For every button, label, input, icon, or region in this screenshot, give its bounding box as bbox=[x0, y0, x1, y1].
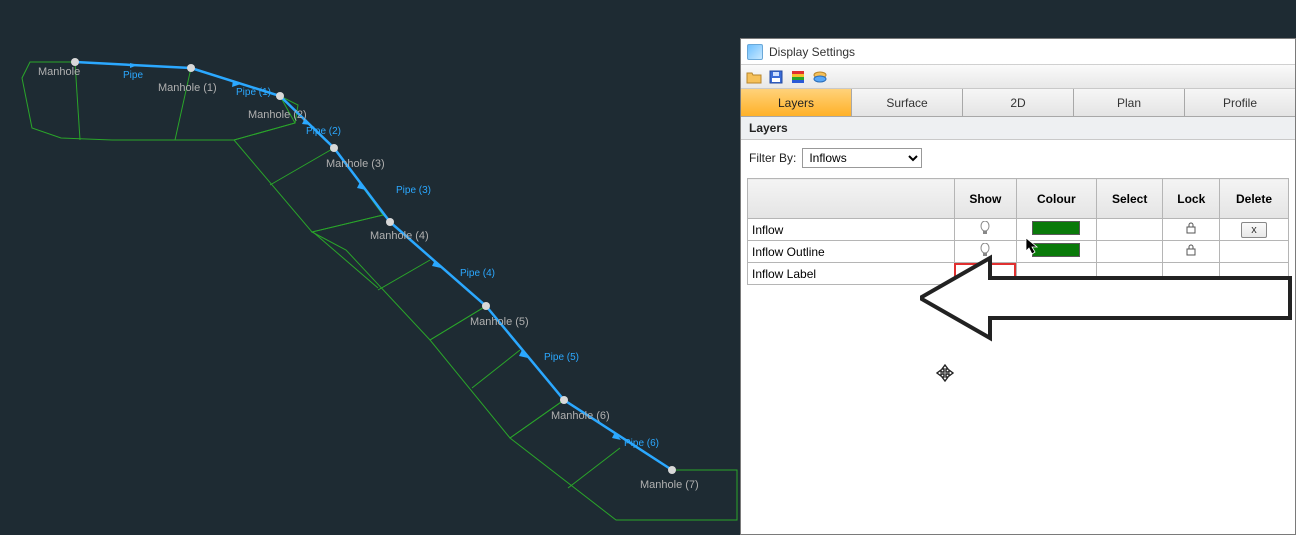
pipe-label: Pipe (1) bbox=[236, 87, 271, 98]
layer-name: Inflow bbox=[748, 219, 955, 241]
cad-viewport[interactable]: Manhole Manhole (1) Manhole (2) Manhole … bbox=[0, 0, 740, 535]
open-folder-icon[interactable] bbox=[745, 68, 763, 86]
tab-layers[interactable]: Layers bbox=[741, 89, 852, 116]
tab-plan[interactable]: Plan bbox=[1074, 89, 1185, 116]
manhole-label: Manhole (7) bbox=[640, 479, 699, 491]
tab-2d[interactable]: 2D bbox=[963, 89, 1074, 116]
bulb-icon bbox=[980, 243, 990, 260]
show-cell[interactable] bbox=[954, 219, 1016, 241]
delete-cell[interactable] bbox=[1220, 241, 1289, 263]
lock-icon bbox=[1185, 222, 1197, 237]
dialog-title: Display Settings bbox=[769, 45, 855, 59]
pipe-label: Pipe (2) bbox=[306, 126, 341, 137]
select-cell[interactable] bbox=[1096, 219, 1163, 241]
filter-select[interactable]: Inflows bbox=[802, 148, 922, 168]
manhole-label: Manhole (4) bbox=[370, 230, 429, 242]
save-icon[interactable] bbox=[767, 68, 785, 86]
col-colour[interactable]: Colour bbox=[1016, 179, 1096, 219]
delete-cell[interactable]: x bbox=[1220, 219, 1289, 241]
pipe-label: Pipe (3) bbox=[396, 185, 431, 196]
lock-cell[interactable] bbox=[1163, 241, 1220, 263]
manhole-label: Manhole (6) bbox=[551, 410, 610, 422]
pipe-label: Pipe (6) bbox=[624, 438, 659, 449]
show-cell[interactable] bbox=[954, 263, 1016, 285]
lock-cell[interactable] bbox=[1163, 219, 1220, 241]
select-cell[interactable] bbox=[1096, 263, 1163, 285]
show-cell[interactable] bbox=[954, 241, 1016, 263]
colour-cell[interactable] bbox=[1016, 263, 1096, 285]
colour-swatch bbox=[1032, 243, 1080, 257]
filter-row: Filter By: Inflows bbox=[741, 140, 1295, 178]
table-row[interactable]: Inflow x bbox=[748, 219, 1289, 241]
layer-name: Inflow Outline bbox=[748, 241, 955, 263]
col-show[interactable]: Show bbox=[954, 179, 1016, 219]
table-row[interactable]: Inflow Label bbox=[748, 263, 1289, 285]
tab-surface[interactable]: Surface bbox=[852, 89, 963, 116]
cursor-icon bbox=[1025, 237, 1039, 255]
table-row[interactable]: Inflow Outline bbox=[748, 241, 1289, 263]
col-delete[interactable]: Delete bbox=[1220, 179, 1289, 219]
manhole-label: Manhole (3) bbox=[326, 158, 385, 170]
delete-cell[interactable] bbox=[1220, 263, 1289, 285]
cad-drawing bbox=[0, 0, 740, 535]
bulb-icon bbox=[980, 221, 990, 238]
bulb-icon bbox=[980, 265, 990, 282]
manhole-label: Manhole (2) bbox=[248, 109, 307, 121]
palette-icon[interactable] bbox=[789, 68, 807, 86]
lock-cell[interactable] bbox=[1163, 263, 1220, 285]
select-cell[interactable] bbox=[1096, 241, 1163, 263]
app-icon bbox=[747, 44, 763, 60]
display-settings-dialog: Display Settings Layers Surface 2D Plan … bbox=[740, 38, 1296, 535]
manhole-label: Manhole (5) bbox=[470, 316, 529, 328]
col-lock[interactable]: Lock bbox=[1163, 179, 1220, 219]
tabs: Layers Surface 2D Plan Profile bbox=[741, 89, 1295, 117]
col-select[interactable]: Select bbox=[1096, 179, 1163, 219]
pipe-label: Pipe (4) bbox=[460, 268, 495, 279]
layers-grid: Show Colour Select Lock Delete Inflow bbox=[747, 178, 1289, 285]
filter-label: Filter By: bbox=[749, 151, 796, 165]
pipe-label: Pipe (5) bbox=[544, 352, 579, 363]
col-name[interactable] bbox=[748, 179, 955, 219]
tab-profile[interactable]: Profile bbox=[1185, 89, 1295, 116]
toolbar bbox=[741, 65, 1295, 89]
colour-swatch bbox=[1032, 221, 1080, 235]
titlebar[interactable]: Display Settings bbox=[741, 39, 1295, 65]
manhole-label: Manhole (1) bbox=[158, 82, 217, 94]
panel-heading: Layers bbox=[741, 117, 1295, 140]
layer-name: Inflow Label bbox=[748, 263, 955, 285]
manhole-label: Manhole bbox=[38, 66, 80, 78]
layers-icon[interactable] bbox=[811, 68, 829, 86]
pipe-label: Pipe bbox=[123, 70, 143, 81]
delete-button[interactable]: x bbox=[1241, 222, 1267, 238]
lock-icon bbox=[1185, 244, 1197, 259]
